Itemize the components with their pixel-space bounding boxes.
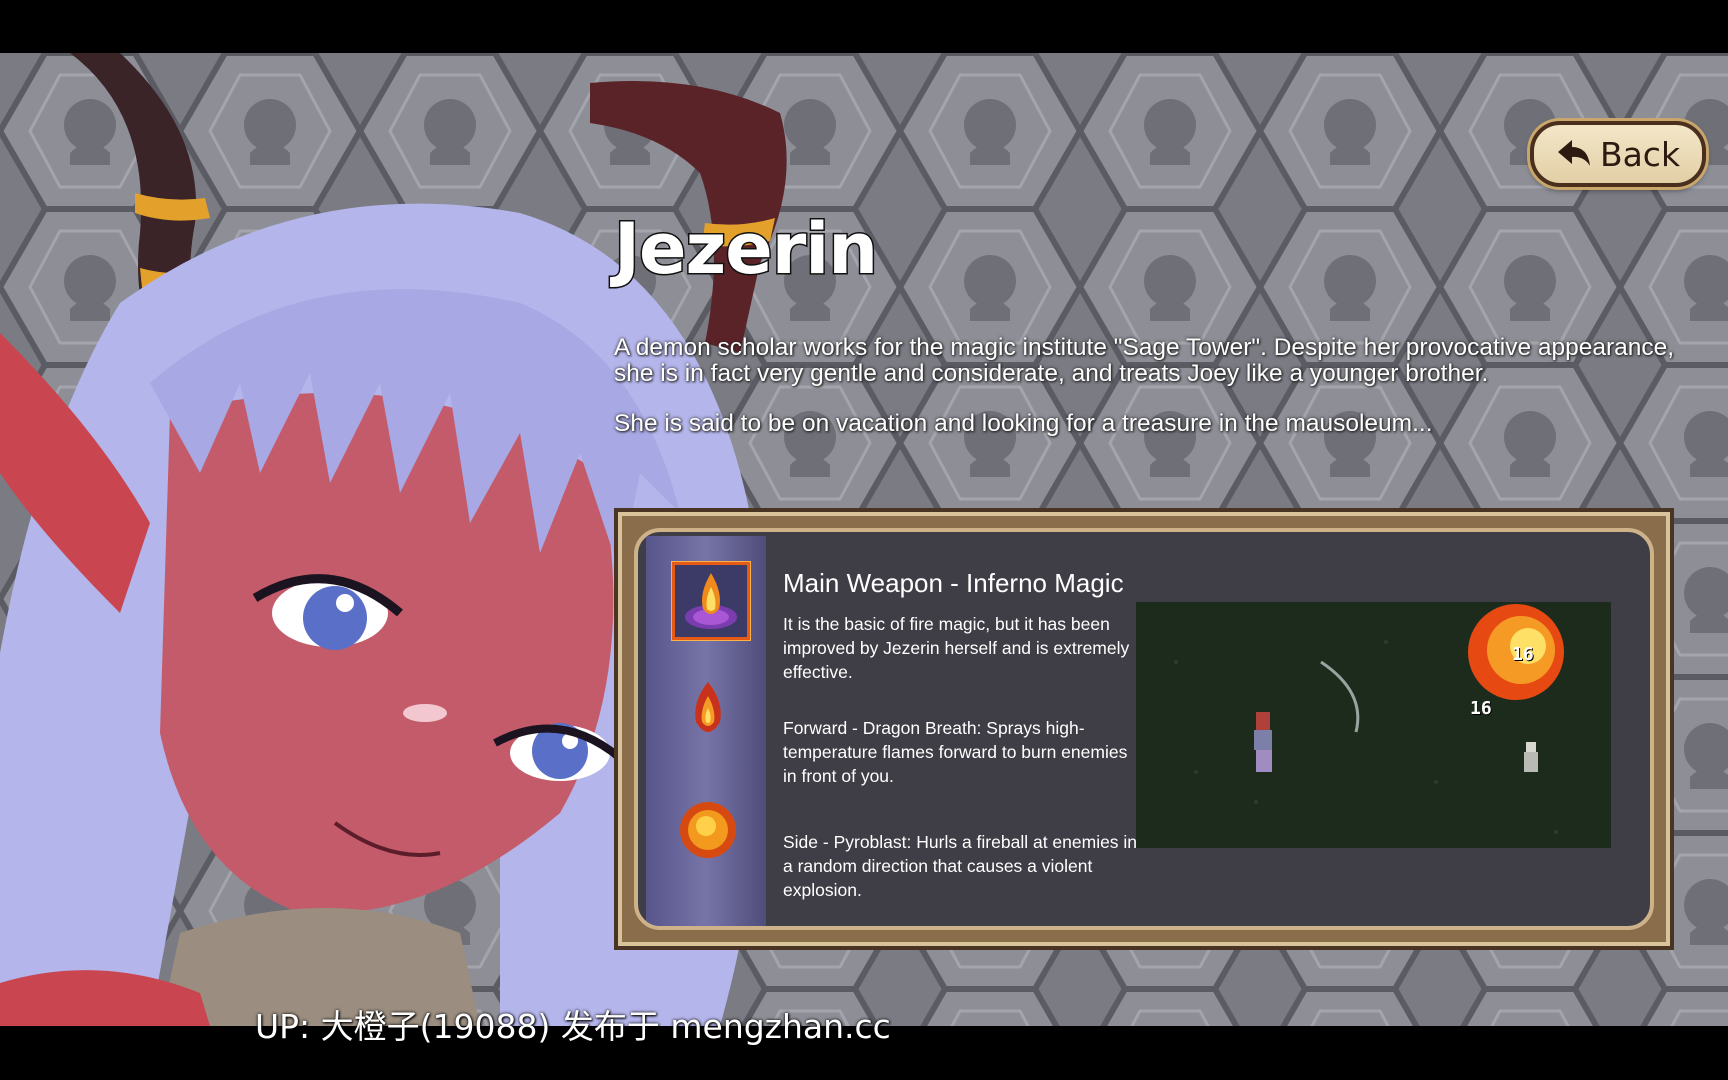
letterbox-top (0, 0, 1728, 53)
description-paragraph: She is said to be on vacation and lookin… (614, 410, 1433, 437)
character-name: Jezerin (612, 207, 879, 292)
character-description: A demon scholar works for the magic inst… (614, 335, 1684, 461)
side-skill-description: Side - Pyroblast: Hurls a fireball at en… (783, 832, 1138, 900)
skill-icon-strip (646, 536, 766, 926)
back-button-label: Back (1599, 134, 1681, 174)
forward-skill-description: Forward - Dragon Breath: Sprays high-tem… (783, 718, 1128, 786)
fireball-icon[interactable] (672, 792, 744, 864)
upload-watermark: UP: 大橙子(19088) 发布于 mengzhan.cc (255, 1007, 891, 1046)
return-arrow-icon (1557, 140, 1590, 166)
weapon-description: It is the basic of fire magic, but it ha… (783, 614, 1130, 682)
weapon-panel-content: Main Weapon - Inferno Magic It is the ba… (634, 528, 1654, 930)
weapon-title: Main Weapon - Inferno Magic (783, 568, 1124, 598)
fire-pillar-icon[interactable] (672, 562, 750, 640)
weapon-info-panel: Main Weapon - Inferno Magic It is the ba… (614, 508, 1674, 950)
preview-scene (1136, 602, 1611, 848)
dragon-breath-icon[interactable] (672, 676, 744, 748)
back-button[interactable]: Back (1530, 121, 1706, 187)
character-profile-screen: Back Jezerin A demon scholar works for t… (0, 53, 1728, 1026)
gameplay-preview: 16 16 (1136, 602, 1611, 848)
damage-number: 16 (1512, 644, 1534, 665)
damage-number: 16 (1470, 698, 1492, 719)
description-paragraph: A demon scholar works for the magic inst… (614, 334, 1675, 387)
